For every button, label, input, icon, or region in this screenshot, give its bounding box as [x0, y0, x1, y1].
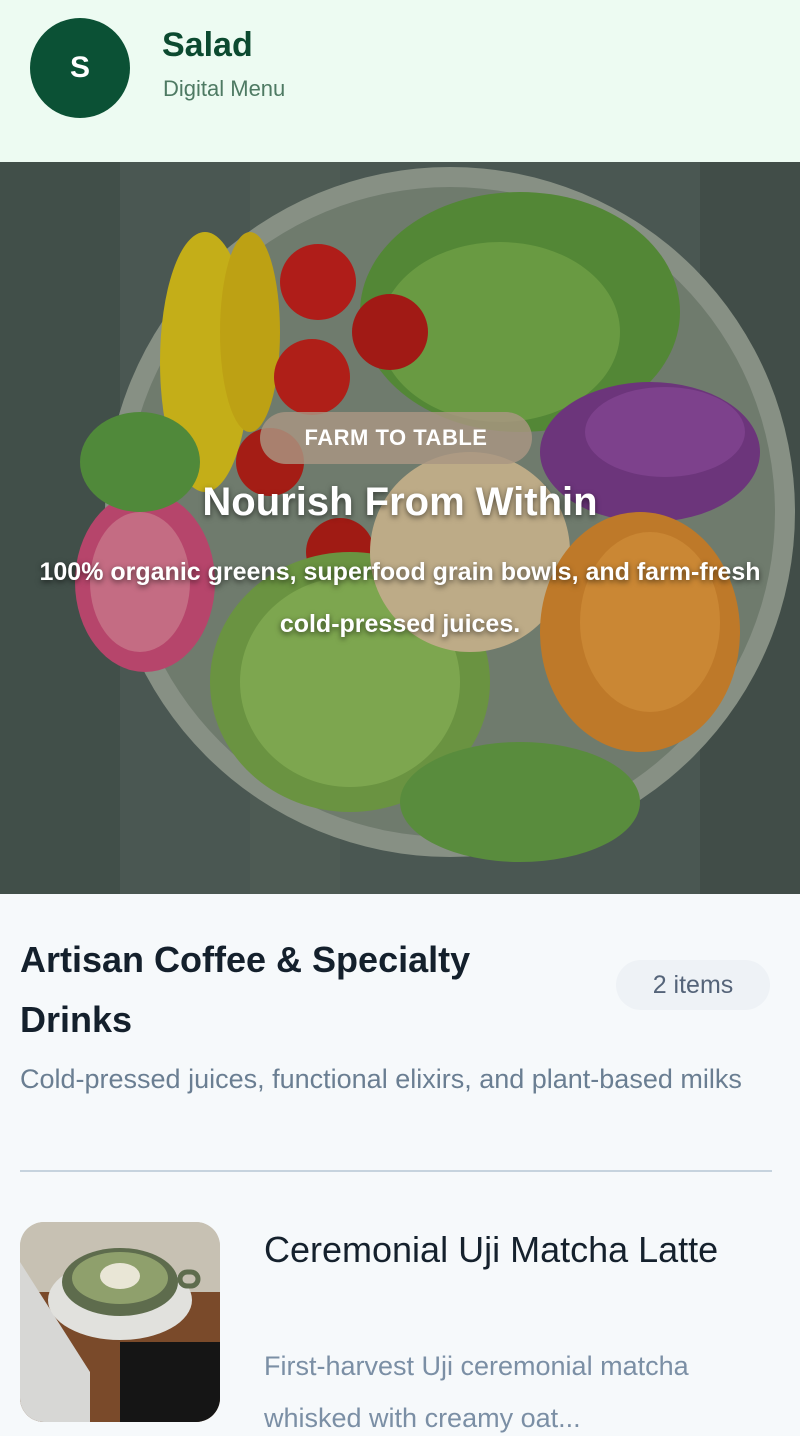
menu-subtitle: Digital Menu: [163, 76, 286, 101]
menu-item-name: Ceremonial Uji Matcha Latte: [264, 1229, 719, 1270]
menu-item-description: First-harvest Uji ceremonial matcha whis…: [264, 1351, 689, 1433]
matcha-latte-image: [20, 1222, 220, 1422]
hero-overlay: [0, 162, 800, 894]
section-divider: [20, 1170, 772, 1172]
app-header: S Salad Digital Menu: [0, 0, 800, 162]
hero-banner: FARM TO TABLE Nourish From Within 100% o…: [0, 162, 800, 894]
category-description: Cold-pressed juices, functional elixirs,…: [20, 1064, 742, 1094]
brand-logo-avatar: S: [30, 18, 130, 118]
menu-item-card[interactable]: Ceremonial Uji Matcha Latte First-harves…: [0, 1222, 800, 1436]
hero-description: 100% organic greens, superfood grain bow…: [39, 558, 761, 638]
category-title: Artisan Coffee & Specialty Drinks: [20, 939, 471, 1040]
menu-category-section: Artisan Coffee & Specialty Drinks 2 item…: [0, 894, 800, 1436]
restaurant-name: Salad: [162, 26, 253, 64]
item-count-badge: 2 items: [616, 960, 770, 1010]
farm-to-table-badge: FARM TO TABLE: [260, 412, 532, 464]
hero-title: Nourish From Within: [202, 480, 598, 524]
